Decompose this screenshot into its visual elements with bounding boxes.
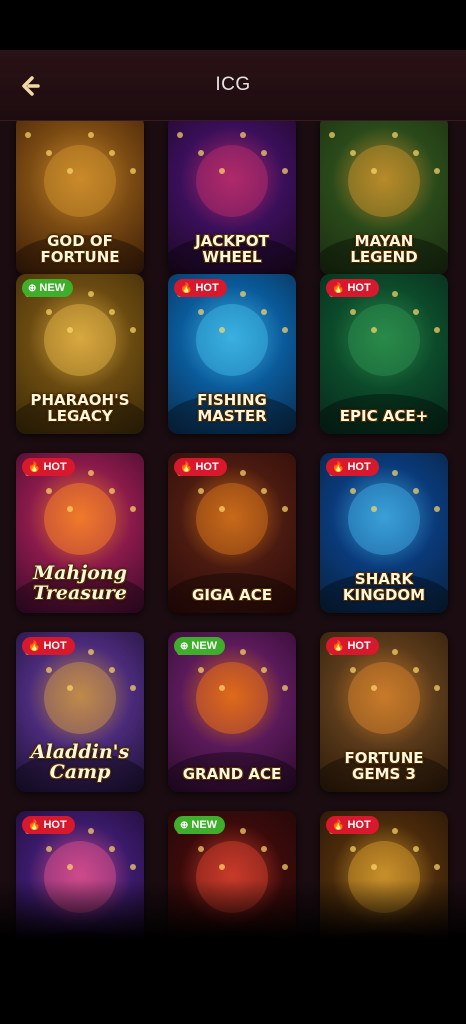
game-title: GRAND ACE	[182, 765, 282, 783]
game-title: PHARAOH'S LEGACY	[30, 391, 130, 425]
flame-icon: 🔥	[180, 461, 193, 473]
flame-icon: 🔥	[332, 461, 345, 473]
status-bar-area	[0, 0, 466, 50]
badge-label: HOT	[347, 461, 371, 473]
hot-badge: 🔥 HOT	[326, 816, 379, 834]
game-tile[interactable]: 🔥 HOT FISHING MASTER	[168, 274, 296, 434]
game-title: Aladdin's Camp	[30, 741, 130, 783]
game-title: FISHING MASTER	[197, 391, 267, 425]
game-title: GIGA ACE	[192, 586, 272, 604]
flame-icon: 🔥	[28, 819, 41, 831]
bottom-area	[0, 940, 466, 1024]
hot-badge: 🔥 HOT	[326, 637, 379, 655]
flame-icon: 🔥	[28, 640, 41, 652]
badge-label: HOT	[43, 819, 67, 831]
hot-badge: 🔥 HOT	[174, 458, 227, 476]
flame-icon: 🔥	[28, 461, 41, 473]
game-tile[interactable]: GOD OF FORTUNE	[16, 120, 144, 275]
game-title: JACKPOT WHEEL	[195, 232, 269, 266]
flame-icon: 🔥	[332, 819, 345, 831]
new-badge: ⊕ NEW	[174, 637, 226, 655]
game-tile[interactable]: 🔥 HOT FORTUNE GEMS 3	[320, 632, 448, 792]
badge-label: HOT	[195, 461, 219, 473]
badge-label: HOT	[347, 819, 371, 831]
badge-label: NEW	[191, 819, 218, 831]
badge-label: HOT	[43, 461, 67, 473]
flame-icon: 🔥	[332, 282, 345, 294]
game-tile[interactable]: JACKPOT WHEEL	[168, 120, 296, 275]
badge-label: HOT	[347, 640, 371, 652]
game-tile[interactable]: 🔥 HOT EPIC ACE+	[320, 274, 448, 434]
new-badge: ⊕ NEW	[174, 816, 226, 834]
game-title: SHARK KINGDOM	[342, 570, 426, 604]
hot-badge: 🔥 HOT	[174, 279, 227, 297]
game-tile[interactable]: 🔥 HOT SHARK KINGDOM	[320, 453, 448, 613]
hot-badge: 🔥 HOT	[326, 458, 379, 476]
game-tile[interactable]: ⊕ NEW PHARAOH'S LEGACY	[16, 274, 144, 434]
plus-circle-icon: ⊕	[28, 282, 37, 294]
badge-label: NEW	[191, 640, 218, 652]
game-grid-scroll[interactable]: GOD OF FORTUNE JACKPOT WHEEL MAYAN LEGEND ⊕…	[0, 120, 466, 940]
badge-label: HOT	[347, 282, 371, 294]
flame-icon: 🔥	[332, 640, 345, 652]
game-tile[interactable]: 🔥 HOT Aladdin's Camp	[16, 632, 144, 792]
game-tile[interactable]: MAYAN LEGEND	[320, 120, 448, 275]
bottom-fade	[0, 880, 466, 940]
game-tile[interactable]: 🔥 HOT Mahjong Treasure	[16, 453, 144, 613]
badge-label: NEW	[39, 282, 66, 294]
page-title: ICG	[215, 74, 251, 95]
badge-label: HOT	[43, 640, 67, 652]
game-title: EPIC ACE+	[339, 407, 429, 425]
new-badge: ⊕ NEW	[22, 279, 74, 297]
game-tile[interactable]: 🔥 HOT GIGA ACE	[168, 453, 296, 613]
game-title: FORTUNE GEMS 3	[344, 749, 424, 783]
plus-circle-icon: ⊕	[180, 640, 189, 652]
flame-icon: 🔥	[180, 282, 193, 294]
game-title: Mahjong Treasure	[33, 562, 127, 604]
plus-circle-icon: ⊕	[180, 819, 189, 831]
game-tile[interactable]: ⊕ NEW GRAND ACE	[168, 632, 296, 792]
hot-badge: 🔥 HOT	[22, 458, 75, 476]
hot-badge: 🔥 HOT	[22, 637, 75, 655]
badge-label: HOT	[195, 282, 219, 294]
game-title: MAYAN LEGEND	[350, 232, 418, 266]
header-bar: ICG	[0, 50, 466, 121]
hot-badge: 🔥 HOT	[326, 279, 379, 297]
game-title: GOD OF FORTUNE	[40, 232, 120, 266]
hot-badge: 🔥 HOT	[22, 816, 75, 834]
